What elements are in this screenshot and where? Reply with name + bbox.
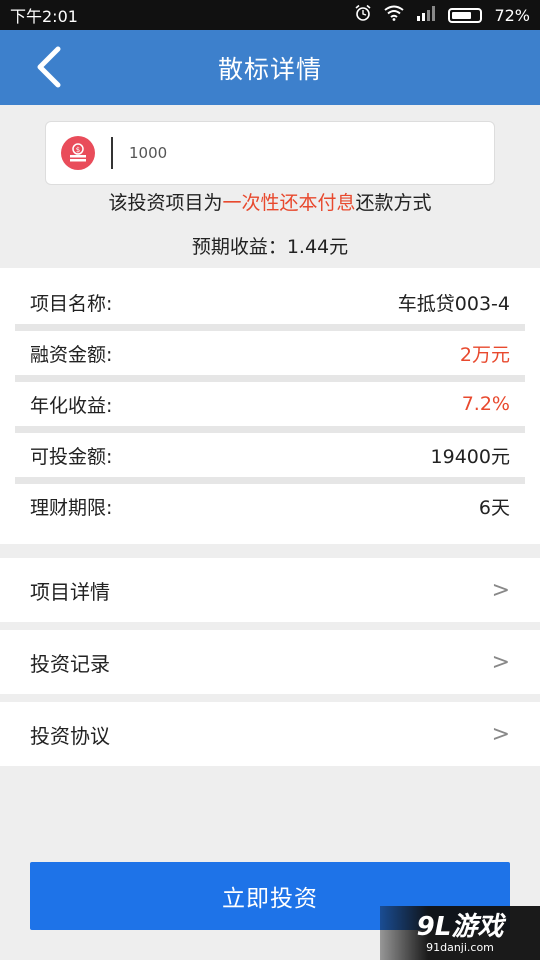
info-row-annual-yield: 年化收益: 7.2%: [15, 382, 525, 426]
input-cursor: [111, 137, 113, 169]
battery-percent: 72%: [494, 5, 530, 25]
info-row-project-name: 项目名称: 车抵贷003-4: [15, 280, 525, 324]
info-label: 年化收益:: [30, 394, 113, 417]
battery-icon: [448, 7, 483, 23]
row-divider: [15, 426, 525, 433]
alarm-icon: [354, 4, 372, 26]
page-title: 散标详情: [217, 54, 322, 84]
info-label: 项目名称:: [30, 292, 113, 315]
watermark-logo: 9L游戏: [416, 911, 504, 942]
info-value: 19400元: [430, 445, 510, 468]
wifi-icon: [384, 5, 405, 25]
coin-icon: $: [61, 136, 95, 170]
repayment-note: 该投资项目为一次性还本付息还款方式: [0, 188, 540, 215]
nav-label: 项目详情: [30, 579, 110, 604]
watermark-url: 91danji.com: [426, 940, 494, 954]
nav-label: 投资协议: [30, 723, 110, 748]
row-divider: [15, 375, 525, 382]
nav-row-investment-records[interactable]: 投资记录 >: [0, 630, 540, 694]
expected-return: 预期收益：1.44元: [191, 236, 349, 258]
chevron-right-icon: >: [491, 721, 510, 747]
row-divider: [15, 324, 525, 331]
chevron-right-icon: >: [491, 649, 510, 675]
chevron-right-icon: >: [491, 577, 510, 603]
repayment-note-prefix: 该投资项目为: [108, 192, 223, 214]
info-value: 7.2%: [461, 393, 510, 415]
amount-input[interactable]: [127, 143, 427, 163]
info-label: 融资金额:: [30, 343, 113, 366]
nav-label: 投资记录: [30, 651, 110, 676]
nav-row-project-details[interactable]: 项目详情 >: [0, 558, 540, 622]
info-row-term: 理财期限: 6天: [15, 484, 525, 528]
info-label: 可投金额:: [30, 445, 113, 468]
info-row-available-amount: 可投金额: 19400元: [15, 433, 525, 477]
amount-input-card: $: [45, 121, 495, 185]
svg-text:$: $: [76, 146, 80, 154]
info-row-financing-amount: 融资金额: 2万元: [15, 331, 525, 375]
status-bar: 下午2:01 72%: [0, 0, 540, 30]
status-time: 下午2:01: [10, 7, 78, 26]
status-icons: 72%: [354, 4, 530, 26]
info-value: 6天: [478, 496, 510, 519]
chevron-left-icon: [37, 46, 61, 88]
info-value: 2万元: [459, 343, 510, 366]
info-label: 理财期限:: [30, 496, 113, 519]
repayment-note-suffix: 还款方式: [355, 192, 432, 214]
header-bar: 散标详情: [0, 30, 540, 105]
signal-icon: [416, 5, 436, 25]
info-value: 车抵贷003-4: [397, 292, 510, 315]
nav-row-investment-agreement[interactable]: 投资协议 >: [0, 702, 540, 766]
back-button[interactable]: [28, 44, 68, 90]
site-watermark: 9L游戏 91danji.com: [380, 906, 540, 960]
repayment-method: 一次性还本付息: [222, 192, 356, 214]
row-divider: [15, 477, 525, 484]
